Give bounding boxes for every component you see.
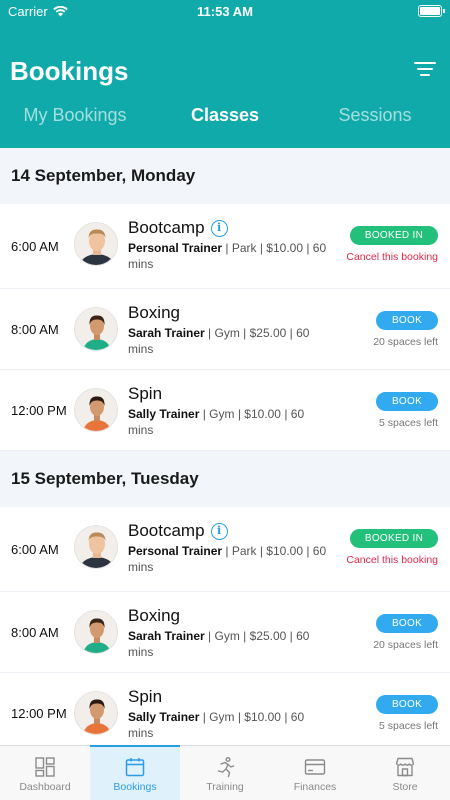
session-time: 6:00 AM <box>11 541 59 557</box>
nav-label: Dashboard <box>19 781 71 793</box>
class-name: Boxing <box>128 606 328 626</box>
spaces-left: 20 spaces left <box>373 639 438 651</box>
trainer-name: Sarah Trainer <box>128 326 205 340</box>
class-name-label: Boxing <box>128 303 180 322</box>
session-info: Spin Sally Trainer | Gym | $10.00 | 60 m… <box>128 384 328 438</box>
booking-row[interactable]: 8:00 AM Boxing Sarah Trainer | Gym | $25… <box>0 592 450 673</box>
status-bar: Carrier 11:53 AM <box>0 0 450 22</box>
session-details: Sarah Trainer | Gym | $25.00 | 60 mins <box>128 325 328 357</box>
book-button[interactable]: BOOK <box>376 392 438 411</box>
session-details: Sally Trainer | Gym | $10.00 | 60 mins <box>128 406 328 438</box>
booking-action: BOOKED IN Cancel this booking <box>346 225 438 263</box>
trainer-avatar <box>74 388 118 432</box>
running-icon <box>217 757 235 778</box>
nav-store[interactable]: Store <box>360 746 450 800</box>
session-info: Bootcamp i Personal Trainer | Park | $10… <box>128 218 328 272</box>
nav-label: Bookings <box>113 781 157 793</box>
session-time: 12:00 PM <box>11 402 67 418</box>
trainer-avatar <box>74 691 118 735</box>
session-details: Sarah Trainer | Gym | $25.00 | 60 mins <box>128 628 328 660</box>
trainer-name: Personal Trainer <box>128 544 223 558</box>
spaces-left: 5 spaces left <box>379 417 438 429</box>
dashboard-icon <box>35 757 55 777</box>
class-name-label: Bootcamp <box>128 218 205 237</box>
tab-classes[interactable]: Classes <box>150 92 300 148</box>
trainer-avatar <box>74 525 118 569</box>
trainer-avatar <box>74 222 118 266</box>
cancel-booking-link[interactable]: Cancel this booking <box>346 554 438 566</box>
trainer-name: Sarah Trainer <box>128 629 205 643</box>
nav-label: Training <box>206 781 244 793</box>
trainer-avatar <box>74 307 118 351</box>
cancel-booking-link[interactable]: Cancel this booking <box>346 251 438 263</box>
booked-in-badge: BOOKED IN <box>350 529 438 548</box>
trainer-name: Sally Trainer <box>128 407 200 421</box>
session-info: Bootcamp i Personal Trainer | Park | $10… <box>128 521 328 575</box>
store-icon <box>395 757 415 777</box>
class-name-label: Spin <box>128 384 163 403</box>
booking-action: BOOK 20 spaces left <box>373 310 438 348</box>
session-details: Sally Trainer | Gym | $10.00 | 60 mins <box>128 709 328 741</box>
filter-button[interactable] <box>414 62 436 80</box>
nav-finances[interactable]: Finances <box>270 746 360 800</box>
nav-bookings[interactable]: Bookings <box>90 745 180 800</box>
spaces-left: 5 spaces left <box>379 720 438 732</box>
class-name: Bootcamp i <box>128 521 328 541</box>
bottom-nav: Dashboard Bookings Training Finances Sto… <box>0 745 450 800</box>
booking-action: BOOK 5 spaces left <box>376 391 438 429</box>
session-time: 8:00 AM <box>11 321 59 337</box>
class-name-label: Bootcamp <box>128 521 205 540</box>
app-header: Bookings My Bookings Classes Sessions <box>0 22 450 148</box>
session-time: 8:00 AM <box>11 624 59 640</box>
trainer-name: Personal Trainer <box>128 241 223 255</box>
class-name: Spin <box>128 687 328 707</box>
nav-label: Finances <box>293 781 337 793</box>
session-time: 12:00 PM <box>11 705 67 721</box>
tab-bar: My Bookings Classes Sessions <box>0 92 450 148</box>
class-name-label: Spin <box>128 687 163 706</box>
spaces-left: 20 spaces left <box>373 336 438 348</box>
day-header: 14 September, Monday <box>0 148 450 204</box>
class-name: Boxing <box>128 303 328 323</box>
booking-row[interactable]: 8:00 AM Boxing Sarah Trainer | Gym | $25… <box>0 289 450 370</box>
class-name-label: Boxing <box>128 606 180 625</box>
credit-card-icon <box>304 759 326 775</box>
trainer-name: Sally Trainer <box>128 710 200 724</box>
booking-action: BOOKED IN Cancel this booking <box>346 528 438 566</box>
session-info: Spin Sally Trainer | Gym | $10.00 | 60 m… <box>128 687 328 741</box>
nav-training[interactable]: Training <box>180 746 270 800</box>
bookings-list[interactable]: 14 September, Monday 6:00 AM Bootcamp i … <box>0 148 450 745</box>
trainer-avatar <box>74 610 118 654</box>
nav-label: Store <box>392 781 418 793</box>
info-icon[interactable]: i <box>210 219 228 237</box>
booking-row[interactable]: 6:00 AM Bootcamp i Personal Trainer | Pa… <box>0 507 450 592</box>
booking-action: BOOK 5 spaces left <box>376 694 438 732</box>
booking-row[interactable]: 12:00 PM Spin Sally Trainer | Gym | $10.… <box>0 370 450 451</box>
battery-icon <box>418 5 445 17</box>
tab-sessions[interactable]: Sessions <box>300 92 450 148</box>
tab-my-bookings[interactable]: My Bookings <box>0 92 150 148</box>
calendar-icon <box>125 758 145 777</box>
day-header: 15 September, Tuesday <box>0 451 450 507</box>
class-name: Spin <box>128 384 328 404</box>
session-details: Personal Trainer | Park | $10.00 | 60 mi… <box>128 240 328 272</box>
booking-row[interactable]: 12:00 PM Spin Sally Trainer | Gym | $10.… <box>0 673 450 745</box>
book-button[interactable]: BOOK <box>376 695 438 714</box>
session-info: Boxing Sarah Trainer | Gym | $25.00 | 60… <box>128 303 328 357</box>
book-button[interactable]: BOOK <box>376 311 438 330</box>
nav-dashboard[interactable]: Dashboard <box>0 746 90 800</box>
class-name: Bootcamp i <box>128 218 328 238</box>
filter-icon <box>414 62 436 64</box>
booking-row[interactable]: 6:00 AM Bootcamp i Personal Trainer | Pa… <box>0 204 450 289</box>
info-icon[interactable]: i <box>210 522 228 540</box>
session-info: Boxing Sarah Trainer | Gym | $25.00 | 60… <box>128 606 328 660</box>
booking-action: BOOK 20 spaces left <box>373 613 438 651</box>
session-details: Personal Trainer | Park | $10.00 | 60 mi… <box>128 543 328 575</box>
book-button[interactable]: BOOK <box>376 614 438 633</box>
clock: 11:53 AM <box>197 4 253 19</box>
session-time: 6:00 AM <box>11 238 59 254</box>
booked-in-badge: BOOKED IN <box>350 226 438 245</box>
page-title: Bookings <box>10 56 129 86</box>
